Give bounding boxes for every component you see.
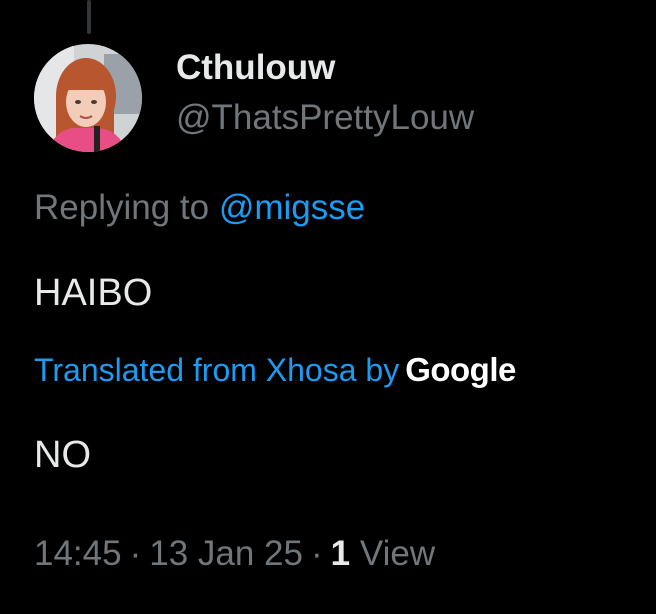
google-logo: Google	[405, 351, 516, 388]
author-handle[interactable]: @ThatsPrettyLouw	[176, 96, 474, 140]
translated-text: NO	[34, 434, 91, 476]
tweet-date[interactable]: 13 Jan 25	[149, 534, 303, 573]
tweet-meta: 14:45 · 13 Jan 25 · 1 View	[34, 532, 435, 576]
profile-photo-icon	[34, 44, 142, 152]
replying-to-line: Replying to @migsse	[34, 186, 365, 230]
reply-mention-link[interactable]: @migsse	[219, 188, 365, 227]
avatar[interactable]	[34, 44, 142, 152]
tweet-text: HAIBO	[34, 272, 153, 314]
views-label[interactable]: View	[360, 534, 435, 573]
translation-attribution[interactable]: Translated from Xhosa by Google	[34, 348, 516, 392]
meta-separator: ·	[311, 534, 323, 573]
tweet-time[interactable]: 14:45	[34, 534, 122, 573]
thread-connector-line	[87, 0, 91, 34]
author-display-name[interactable]: Cthulouw	[176, 46, 335, 90]
views-count[interactable]: 1	[331, 534, 350, 573]
meta-separator: ·	[129, 534, 142, 573]
translation-label[interactable]: Translated from Xhosa by	[34, 352, 399, 388]
replying-to-label: Replying to	[34, 188, 219, 227]
